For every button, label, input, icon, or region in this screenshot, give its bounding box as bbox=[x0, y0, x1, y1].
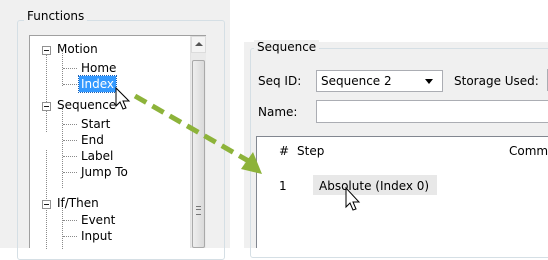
tree-item-input[interactable]: Input bbox=[81, 228, 112, 244]
step-list-header: # Step Comm bbox=[257, 137, 548, 161]
tree-connector bbox=[63, 124, 77, 125]
name-label: Name: bbox=[258, 105, 298, 119]
tree-item-sequence[interactable]: Sequence bbox=[57, 97, 116, 113]
tree-item-index[interactable]: Index bbox=[77, 75, 118, 93]
tree-connector bbox=[63, 220, 77, 221]
functions-title: Functions bbox=[24, 9, 88, 23]
tree-item-label[interactable]: Label bbox=[81, 148, 113, 164]
functions-tree[interactable]: Motion Home Index Sequence Start End Lab… bbox=[29, 35, 206, 249]
row-step: Absolute (Index 0) bbox=[319, 179, 430, 193]
tree-connector bbox=[63, 236, 77, 237]
tree-scrollbar[interactable] bbox=[190, 36, 206, 248]
tree-connector bbox=[63, 84, 77, 85]
seq-id-label: Seq ID: bbox=[258, 74, 302, 88]
tree-item-start[interactable]: Start bbox=[81, 116, 110, 132]
tree-connector bbox=[63, 172, 77, 173]
dropdown-arrow-icon bbox=[425, 79, 433, 84]
seq-id-value: Sequence 2 bbox=[321, 74, 392, 88]
functions-panel: Functions Motion Home Index Sequence Sta… bbox=[0, 0, 230, 260]
collapse-icon[interactable] bbox=[42, 102, 51, 111]
tree-connector bbox=[62, 206, 63, 249]
name-field[interactable] bbox=[316, 100, 548, 123]
tree-item-if-then[interactable]: If/Then bbox=[57, 195, 99, 211]
collapse-icon[interactable] bbox=[42, 46, 51, 55]
step-list[interactable]: # Step Comm 1 Absolute (Index 0) bbox=[256, 136, 548, 248]
tree-item-home[interactable]: Home bbox=[81, 60, 116, 76]
scrollbar-thumb[interactable] bbox=[192, 60, 205, 248]
tree-item-jump-to[interactable]: Jump To bbox=[81, 164, 128, 180]
tree-connector bbox=[63, 156, 77, 157]
seq-id-dropdown[interactable]: Sequence 2 bbox=[316, 70, 443, 92]
tree-connector bbox=[63, 68, 77, 69]
tree-connector bbox=[62, 108, 63, 188]
column-step[interactable]: Step bbox=[297, 144, 324, 158]
tree-connector bbox=[63, 140, 77, 141]
tree-connector bbox=[46, 54, 47, 132]
column-comment[interactable]: Comm bbox=[509, 144, 548, 158]
collapse-icon[interactable] bbox=[42, 200, 51, 209]
tree-item-event[interactable]: Event bbox=[81, 212, 115, 228]
tree-item-motion[interactable]: Motion bbox=[57, 41, 98, 57]
column-number[interactable]: # bbox=[279, 144, 289, 158]
row-number: 1 bbox=[279, 179, 287, 193]
grip-icon bbox=[196, 206, 201, 215]
storage-used-label: Storage Used: bbox=[454, 74, 539, 88]
scroll-up-icon[interactable] bbox=[191, 36, 206, 53]
tree-item-end[interactable]: End bbox=[81, 132, 104, 148]
sequence-title: Sequence bbox=[254, 40, 320, 54]
